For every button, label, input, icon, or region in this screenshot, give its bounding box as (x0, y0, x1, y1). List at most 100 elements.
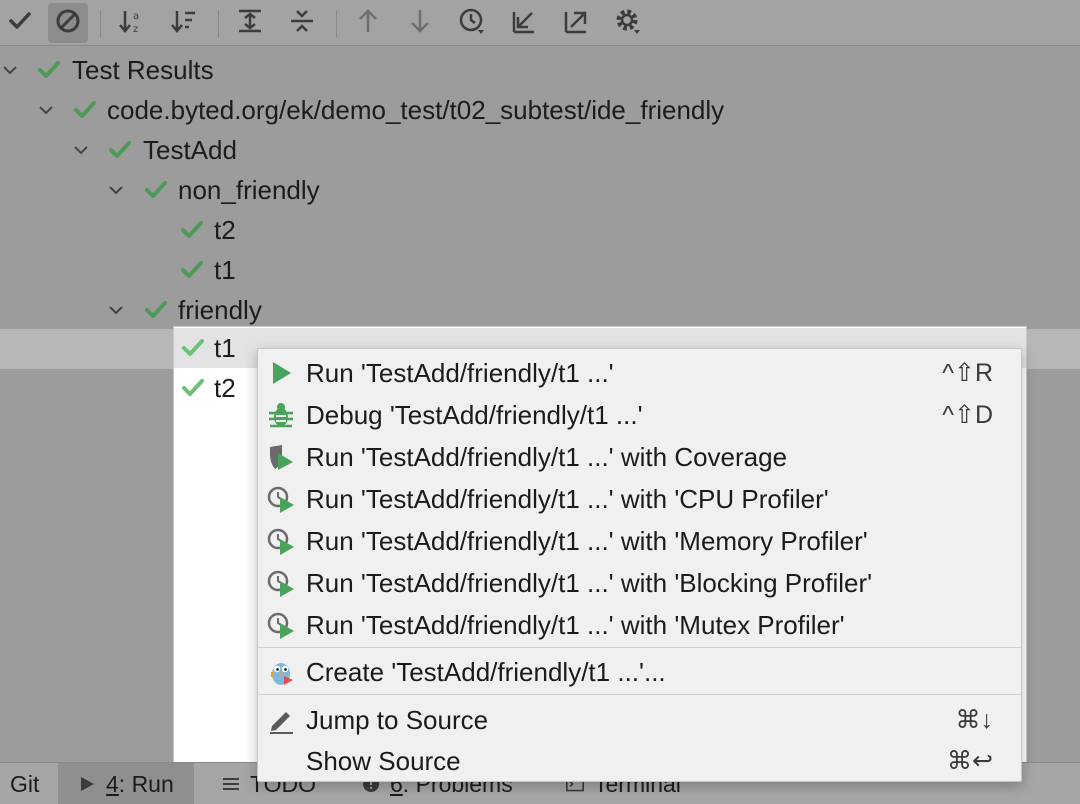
menu-item-show-source[interactable]: Show Source ⌘↩ (258, 740, 1021, 782)
test-history-button[interactable] (452, 3, 492, 43)
tab-run[interactable]: 4 : Run (58, 763, 194, 804)
expand-all-button[interactable] (230, 3, 270, 43)
list-icon (222, 775, 240, 793)
tree-node-label: t2 (214, 214, 236, 245)
show-ignored-button[interactable] (48, 3, 88, 43)
menu-item-label: Run 'TestAdd/friendly/t1 ...' with Cover… (306, 441, 788, 472)
menu-item-shortcut: ⌘↩ (947, 747, 993, 775)
cancel-icon (54, 7, 82, 40)
export-tests-button[interactable] (556, 3, 596, 43)
menu-item-label: Create 'TestAdd/friendly/t1 ...'... (306, 656, 666, 687)
tree-node-label: friendly (178, 294, 262, 325)
checkmark-icon (6, 7, 34, 40)
profiler-icon (266, 568, 296, 598)
import-icon (510, 7, 538, 40)
menu-item-label: Run 'TestAdd/friendly/t1 ...' with 'Memo… (306, 525, 868, 556)
chevron-down-icon[interactable] (0, 60, 20, 80)
gear-icon (614, 7, 642, 40)
coverage-icon (266, 442, 296, 472)
tab-number: 4 (106, 770, 119, 797)
menu-separator (258, 694, 1021, 695)
menu-item-cpu-profiler[interactable]: Run 'TestAdd/friendly/t1 ...' with 'CPU … (258, 478, 1021, 520)
chevron-down-icon[interactable] (106, 180, 126, 200)
previous-failed-button[interactable] (348, 3, 388, 43)
expand-all-icon (236, 7, 264, 40)
chevron-down-icon[interactable] (36, 100, 56, 120)
toolbar-separator (100, 10, 101, 38)
tree-node-root[interactable]: Test Results (0, 50, 1080, 90)
check-icon (180, 375, 206, 401)
tree-node-label: code.byted.org/ek/demo_test/t02_subtest/… (107, 94, 725, 125)
import-tests-button[interactable] (504, 3, 544, 43)
check-icon (180, 335, 206, 361)
menu-item-label: Show Source (306, 745, 461, 776)
sort-alpha-icon: az (118, 7, 146, 40)
menu-item-label: Run 'TestAdd/friendly/t1 ...' (306, 357, 614, 388)
tree-node-group[interactable]: friendly (0, 290, 1080, 330)
chevron-down-icon[interactable] (71, 140, 91, 160)
menu-item-mutex-profiler[interactable]: Run 'TestAdd/friendly/t1 ...' with 'Mute… (258, 604, 1021, 646)
menu-item-label: Run 'TestAdd/friendly/t1 ...' with 'CPU … (306, 483, 829, 514)
svg-text:a: a (133, 11, 139, 22)
menu-item-create-configuration[interactable]: Create 'TestAdd/friendly/t1 ...'... (258, 651, 1021, 693)
tree-node-label: non_friendly (178, 174, 320, 205)
tree-node-test[interactable]: t2 (0, 210, 1080, 250)
show-passed-button[interactable] (0, 3, 40, 43)
tab-git[interactable]: Git (10, 763, 39, 804)
menu-item-shortcut: ^⇧D (942, 401, 993, 429)
toolbar-separator (336, 10, 337, 38)
menu-item-debug[interactable]: Debug 'TestAdd/friendly/t1 ...' ^⇧D (258, 394, 1021, 436)
tree-node-suite[interactable]: TestAdd (0, 130, 1080, 170)
menu-item-blocking-profiler[interactable]: Run 'TestAdd/friendly/t1 ...' with 'Bloc… (258, 562, 1021, 604)
check-icon (72, 97, 98, 123)
toolbar: az (0, 0, 1080, 46)
check-icon (36, 57, 62, 83)
arrow-down-icon (406, 7, 434, 40)
sort-duration-icon (170, 7, 198, 40)
tab-label: : Run (118, 770, 174, 797)
profiler-icon (266, 526, 296, 556)
toolbar-separator (218, 10, 219, 38)
edit-pencil-icon (266, 705, 296, 735)
next-failed-button[interactable] (400, 3, 440, 43)
settings-button[interactable] (608, 3, 648, 43)
menu-item-label: Run 'TestAdd/friendly/t1 ...' with 'Mute… (306, 609, 845, 640)
check-icon (143, 297, 169, 323)
export-icon (562, 7, 590, 40)
menu-separator (258, 647, 1021, 648)
profiler-icon (266, 484, 296, 514)
chevron-down-icon[interactable] (106, 300, 126, 320)
tree-node-label: Test Results (72, 54, 214, 85)
sort-by-duration-button[interactable] (164, 3, 204, 43)
menu-item-coverage[interactable]: Run 'TestAdd/friendly/t1 ...' with Cover… (258, 436, 1021, 478)
arrow-up-icon (354, 7, 382, 40)
profiler-icon (266, 610, 296, 640)
tree-node-group[interactable]: non_friendly (0, 170, 1080, 210)
tree-node-label: TestAdd (143, 134, 237, 165)
tree-node-test[interactable]: t1 (0, 250, 1080, 290)
menu-item-jump-to-source[interactable]: Jump to Source ⌘↓ (258, 699, 1021, 741)
run-icon (266, 358, 296, 388)
check-icon (179, 257, 205, 283)
menu-item-memory-profiler[interactable]: Run 'TestAdd/friendly/t1 ...' with 'Memo… (258, 520, 1021, 562)
tree-node-label: t2 (214, 372, 236, 403)
check-icon (107, 137, 133, 163)
debug-bug-icon (266, 400, 296, 430)
menu-item-label: Run 'TestAdd/friendly/t1 ...' with 'Bloc… (306, 567, 873, 598)
play-icon (78, 775, 96, 793)
svg-text:z: z (133, 24, 138, 35)
history-icon (458, 7, 486, 40)
tab-label: Git (10, 770, 40, 797)
menu-item-label: Jump to Source (306, 704, 489, 735)
tree-node-label: t1 (214, 254, 236, 285)
check-icon (143, 177, 169, 203)
menu-item-label: Debug 'TestAdd/friendly/t1 ...' (306, 399, 643, 430)
sort-alphabetically-button[interactable]: az (112, 3, 152, 43)
tree-node-label: t1 (214, 332, 236, 363)
menu-item-run[interactable]: Run 'TestAdd/friendly/t1 ...' ^⇧R (258, 352, 1021, 394)
collapse-all-icon (288, 7, 316, 40)
collapse-all-button[interactable] (282, 3, 322, 43)
context-menu: Run 'TestAdd/friendly/t1 ...' ^⇧R Debug … (257, 348, 1022, 782)
menu-item-shortcut: ^⇧R (942, 359, 993, 387)
tree-node-package[interactable]: code.byted.org/ek/demo_test/t02_subtest/… (0, 90, 1080, 130)
